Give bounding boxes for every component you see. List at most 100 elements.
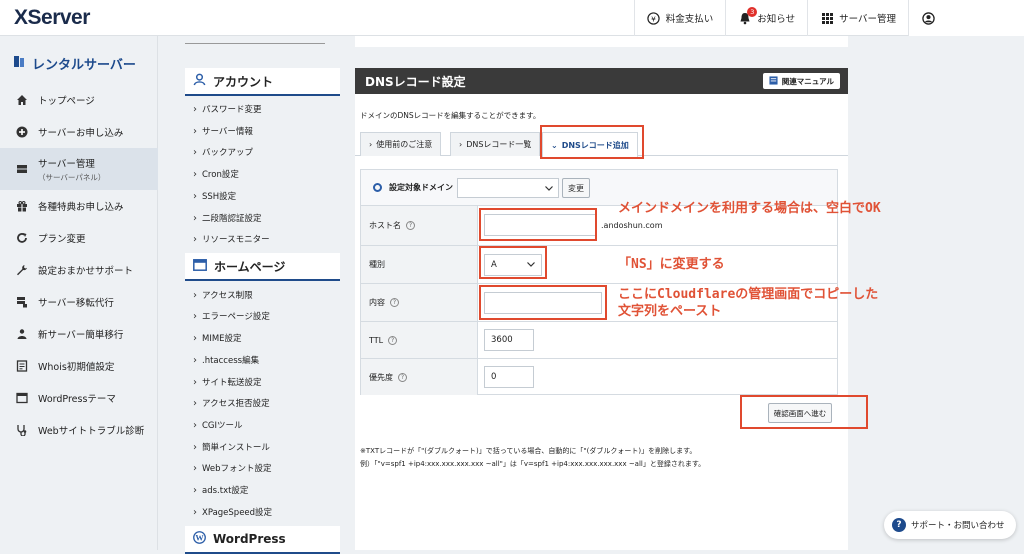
link-server-info[interactable]: サーバー情報 bbox=[193, 125, 253, 137]
notices-label: お知らせ bbox=[757, 14, 796, 25]
home-icon bbox=[16, 94, 28, 106]
link-cron[interactable]: Cron設定 bbox=[193, 168, 239, 180]
host-label: ホスト名 bbox=[369, 221, 401, 230]
link-xpagespeed[interactable]: XPageSpeed設定 bbox=[193, 506, 272, 518]
link-easy-install[interactable]: 簡単インストール bbox=[193, 441, 270, 453]
payment-label: 料金支払い bbox=[665, 14, 714, 25]
rental-server-icon bbox=[14, 55, 25, 72]
link-error-page[interactable]: エラーページ設定 bbox=[193, 310, 270, 322]
sidebar: レンタルサーバー トップページ サーバーお申し込み サーバー管理 （サーバーパネ… bbox=[0, 36, 158, 550]
main-top-strip bbox=[355, 36, 848, 47]
ttl-label: TTL bbox=[369, 335, 384, 345]
link-htaccess[interactable]: .htaccess編集 bbox=[193, 354, 259, 366]
user-move-icon bbox=[16, 328, 28, 340]
chevron-right-icon: › bbox=[369, 140, 373, 149]
refresh-icon bbox=[16, 232, 28, 244]
yen-icon: ¥ bbox=[647, 11, 661, 25]
sidebar-item-server-apply[interactable]: サーバーお申し込み bbox=[0, 116, 158, 148]
help-icon[interactable]: ? bbox=[390, 298, 399, 307]
type-row: 種別 A bbox=[361, 246, 837, 284]
target-domain-select[interactable] bbox=[457, 178, 559, 198]
highlight-type-select bbox=[479, 246, 547, 279]
sidebar-title[interactable]: レンタルサーバー bbox=[14, 54, 136, 73]
payment-button[interactable]: ¥ 料金支払い bbox=[633, 0, 726, 36]
sidebar-item-server-manage-label: サーバー管理 bbox=[38, 158, 95, 170]
type-label: 種別 bbox=[369, 260, 385, 269]
txt-note-line1: ※TXTレコードが「"(ダブルクォート)」で括っている場合、自動的に「"(ダブル… bbox=[360, 447, 697, 455]
link-resource-monitor[interactable]: リソースモニター bbox=[193, 233, 270, 245]
top-bar: XServer ¥ 料金支払い 3 お知らせ サーバー管理 bbox=[0, 0, 1024, 36]
server-manage-label: サーバー管理 bbox=[839, 14, 896, 25]
support-button[interactable]: ? サポート・お問い合わせ bbox=[884, 511, 1016, 539]
annotation-host: メインドメインを利用する場合は、空白でOK bbox=[618, 201, 881, 216]
bell-icon: 3 bbox=[738, 7, 758, 25]
notices-button[interactable]: 3 お知らせ bbox=[725, 0, 807, 36]
content-label: 内容 bbox=[369, 298, 385, 307]
sidebar-item-wordpress-theme[interactable]: WordPressテーマ bbox=[0, 382, 158, 414]
link-ads-txt[interactable]: ads.txt設定 bbox=[193, 484, 248, 496]
priority-label: 優先度 bbox=[369, 372, 393, 382]
highlight-confirm-button bbox=[740, 395, 868, 429]
stethoscope-icon bbox=[16, 424, 28, 436]
document-icon bbox=[16, 360, 28, 372]
question-icon: ? bbox=[892, 518, 906, 532]
wrench-icon bbox=[16, 264, 28, 276]
link-site-forward[interactable]: サイト転送設定 bbox=[193, 376, 262, 388]
sidebar-item-whois[interactable]: Whois初期値設定 bbox=[0, 350, 158, 382]
sidebar-item-plan-change[interactable]: プラン変更 bbox=[0, 222, 158, 254]
page-title: DNSレコード設定 bbox=[365, 74, 466, 89]
target-domain-label: 設定対象ドメイン bbox=[389, 183, 453, 192]
xserver-logo[interactable]: XServer bbox=[14, 6, 90, 30]
sidebar-item-top[interactable]: トップページ bbox=[0, 84, 158, 116]
sidebar-item-benefits[interactable]: 各種特典お申し込み bbox=[0, 190, 158, 222]
tab-notice[interactable]: › 使用前のご注意 bbox=[360, 132, 442, 156]
link-two-factor[interactable]: 二段階認証設定 bbox=[193, 212, 262, 224]
window-icon bbox=[16, 392, 28, 404]
help-icon[interactable]: ? bbox=[406, 221, 415, 230]
plus-circle-icon bbox=[16, 126, 28, 138]
grid-icon bbox=[820, 11, 834, 25]
account-panel-header: アカウント bbox=[185, 68, 340, 96]
notices-badge: 3 bbox=[747, 7, 758, 17]
sidebar-item-web-trouble[interactable]: Webサイトトラブル診断 bbox=[0, 414, 158, 446]
side-panels: アカウント パスワード変更 サーバー情報 バックアップ Cron設定 SSH設定… bbox=[185, 40, 340, 554]
sidebar-item-setup-support[interactable]: 設定おまかせサポート bbox=[0, 254, 158, 286]
link-access-restriction[interactable]: アクセス制限 bbox=[193, 289, 253, 301]
annotation-content-line2: 文字列をペースト bbox=[618, 304, 722, 319]
link-mime[interactable]: MIME設定 bbox=[193, 332, 242, 344]
help-icon[interactable]: ? bbox=[388, 335, 398, 345]
link-backup[interactable]: バックアップ bbox=[193, 146, 253, 158]
user-menu[interactable] bbox=[908, 0, 1024, 36]
annotation-type: 「NS」に変更する bbox=[618, 257, 725, 272]
highlight-host-input bbox=[479, 208, 597, 241]
highlight-dns-add-tab bbox=[540, 125, 644, 159]
sidebar-item-easy-migration[interactable]: 新サーバー簡単移行 bbox=[0, 318, 158, 350]
svg-text:W: W bbox=[195, 534, 204, 543]
book-icon bbox=[769, 75, 778, 87]
highlight-content-input bbox=[479, 285, 607, 320]
priority-input[interactable]: 0 bbox=[484, 366, 534, 388]
priority-row: 優先度 ? 0 bbox=[361, 359, 837, 395]
homepage-icon bbox=[193, 258, 207, 274]
link-access-deny[interactable]: アクセス拒否設定 bbox=[193, 397, 270, 409]
link-web-font[interactable]: Webフォント設定 bbox=[193, 462, 272, 474]
tab-dns-list[interactable]: › DNSレコード一覧 bbox=[450, 132, 541, 156]
help-icon[interactable]: ? bbox=[398, 372, 407, 382]
link-password-change[interactable]: パスワード変更 bbox=[193, 103, 262, 115]
sidebar-item-server-manage[interactable]: サーバー管理 （サーバーパネル） bbox=[0, 148, 158, 190]
server-manage-button[interactable]: サーバー管理 bbox=[807, 0, 908, 36]
panel-search-field[interactable] bbox=[185, 40, 325, 44]
sidebar-item-server-transfer[interactable]: サーバー移転代行 bbox=[0, 286, 158, 318]
ttl-input[interactable]: 3600 bbox=[484, 329, 534, 351]
homepage-panel-header: ホームページ bbox=[185, 253, 340, 281]
domain-radio[interactable] bbox=[373, 183, 382, 192]
sidebar-item-server-manage-sub: （サーバーパネル） bbox=[38, 172, 106, 182]
link-ssh[interactable]: SSH設定 bbox=[193, 190, 236, 202]
annotation-content-line1: ここにCloudflareの管理画面でコピーした bbox=[618, 287, 879, 302]
manual-button[interactable]: 関連マニュアル bbox=[762, 73, 840, 89]
txt-note-line2: 例）「"v=spf1 +ip4:xxx.xxx.xxx.xxx ~all"」は「… bbox=[360, 460, 706, 468]
user-icon bbox=[921, 11, 935, 25]
gift-icon bbox=[16, 200, 28, 212]
link-cgi-tool[interactable]: CGIツール bbox=[193, 419, 243, 431]
change-domain-button[interactable]: 変更 bbox=[562, 178, 590, 198]
